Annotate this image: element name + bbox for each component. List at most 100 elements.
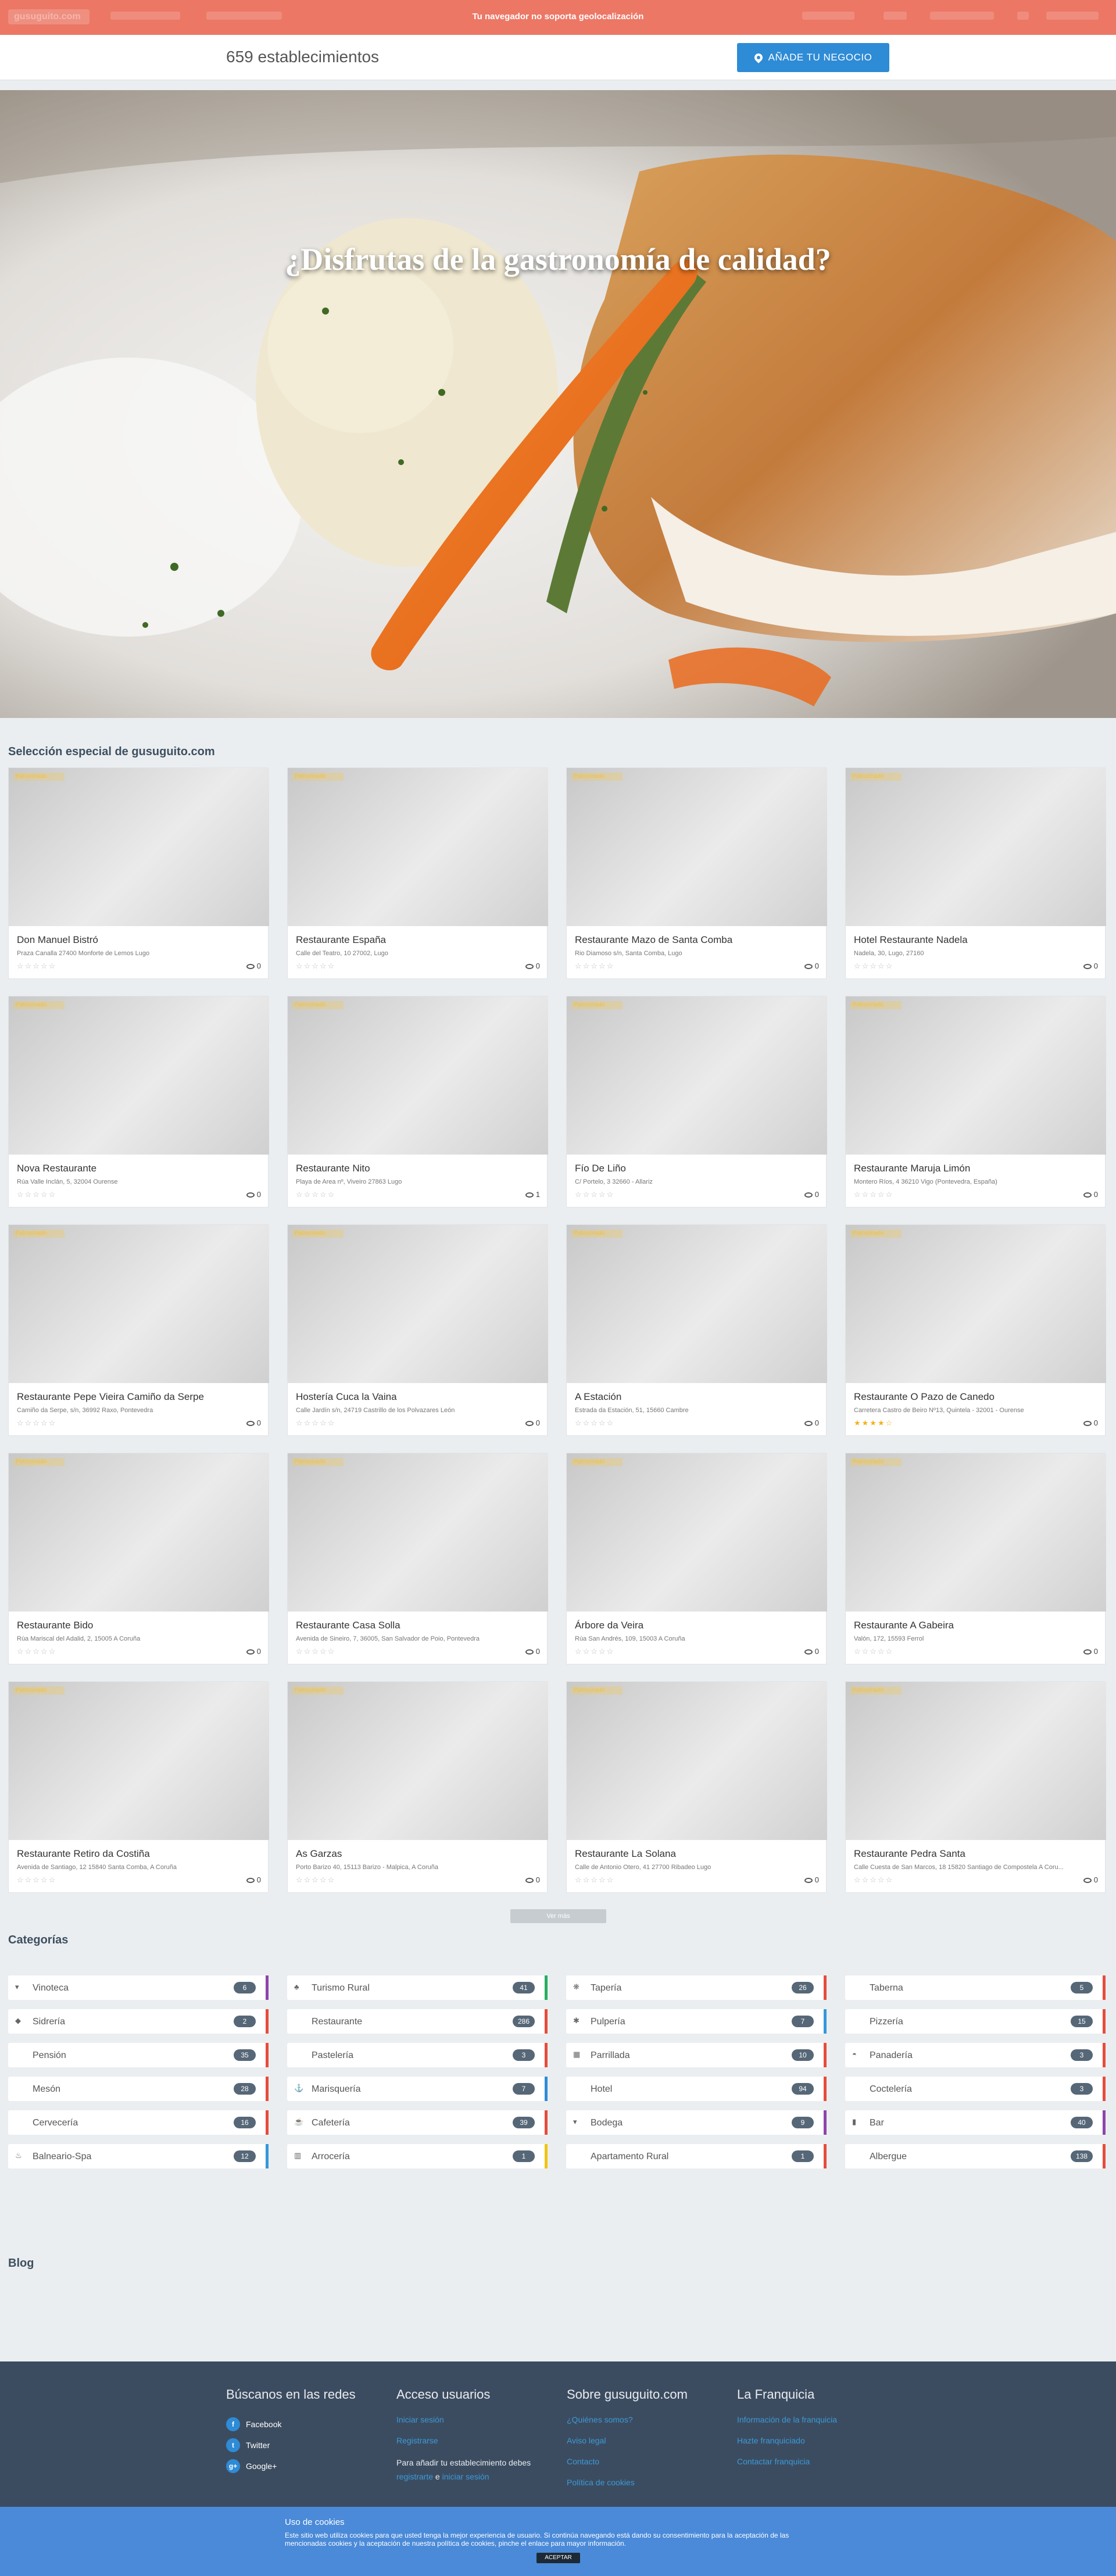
category-item[interactable]: Apartamento Rural 1 [566,2144,827,2168]
more-button[interactable]: Ver más [510,1909,606,1923]
listing-card[interactable]: Patrocinado Árbore da Veira Rúa San Andrés… [566,1453,827,1664]
category-item[interactable]: ▦ Parrillada 10 [566,2043,827,2067]
category-item[interactable]: ♨ Balneario-Spa 12 [8,2144,269,2168]
listing-card[interactable]: Patrocinado As Garzas Porto Barizo 40, 151… [287,1681,548,1893]
category-item[interactable]: Pizzería 15 [845,2009,1106,2034]
listing-card[interactable]: Patrocinado Restaurante Maruja Limón Monte… [845,996,1106,1207]
category-item[interactable]: ▮ Bar 40 [845,2110,1106,2135]
category-item[interactable]: ◓ Panadería 3 [845,2043,1106,2067]
listing-card[interactable]: Patrocinado Don Manuel Bistró Praza Canall… [8,767,269,979]
listing-card[interactable]: Patrocinado Hotel Restaurante Nadela Nadel… [845,767,1106,979]
listing-image[interactable] [288,1682,548,1840]
category-item[interactable]: Hotel 94 [566,2077,827,2101]
category-item[interactable]: Pastelería 3 [287,2043,548,2067]
category-item[interactable]: ❋ Tapería 26 [566,1975,827,2000]
add-business-button[interactable]: AÑADE TU NEGOCIO [737,43,889,72]
listing-image[interactable] [288,1225,548,1383]
listing-name[interactable]: Restaurante Maruja Limón [854,1163,1098,1174]
contact-link[interactable]: Contacto [567,2456,688,2477]
login-link[interactable]: Iniciar sesión [396,2414,559,2435]
listing-name[interactable]: Restaurante España [296,934,540,946]
listing-image[interactable] [846,996,1106,1155]
listing-image[interactable] [567,1225,827,1383]
note-register-link[interactable]: registrarte [396,2472,433,2481]
listing-card[interactable]: Patrocinado Restaurante Pepe Vieira Camiñ… [8,1224,269,1436]
category-item[interactable]: Taberna 5 [845,1975,1106,2000]
category-item[interactable]: ☕ Cafetería 39 [287,2110,548,2135]
listing-image[interactable] [567,1453,827,1612]
listing-card[interactable]: Patrocinado Fío De Liño C/ Portelo, 3 3266… [566,996,827,1207]
category-item[interactable]: ⚓ Marisquería 7 [287,2077,548,2101]
cookies-link[interactable]: Política de cookies [567,2477,688,2498]
listing-image[interactable] [846,1225,1106,1383]
listing-card[interactable]: Patrocinado Restaurante Retiro da Costiña… [8,1681,269,1893]
franchise-contact-link[interactable]: Contactar franquicia [737,2456,837,2477]
category-item[interactable]: ◆ Sidrería 2 [8,2009,269,2034]
listing-name[interactable]: Restaurante La Solana [575,1848,819,1860]
category-item[interactable]: ▾ Bodega 9 [566,2110,827,2135]
listing-card[interactable]: Patrocinado Restaurante Casa Solla Avenida… [287,1453,548,1664]
listing-image[interactable] [9,1453,269,1612]
googleplus-link[interactable]: g+ Google+ [226,2456,356,2477]
listing-image[interactable] [567,996,827,1155]
listing-name[interactable]: Restaurante Casa Solla [296,1620,540,1631]
category-item[interactable]: ▥ Arrocería 1 [287,2144,548,2168]
listing-card[interactable]: Patrocinado Restaurante España Calle del T… [287,767,548,979]
listing-name[interactable]: Restaurante Retiro da Costiña [17,1848,261,1860]
category-item[interactable]: Coctelería 3 [845,2077,1106,2101]
listing-card[interactable]: Patrocinado Restaurante Pedra Santa Calle … [845,1681,1106,1893]
franchise-info-link[interactable]: Información de la franquicia [737,2414,837,2435]
category-item[interactable]: Pensión 35 [8,2043,269,2067]
listing-image[interactable] [9,1682,269,1840]
listing-name[interactable]: Restaurante O Pazo de Canedo [854,1391,1098,1403]
listing-card[interactable]: Patrocinado A Estación Estrada da Estación… [566,1224,827,1436]
listing-name[interactable]: Don Manuel Bistró [17,934,261,946]
listing-image[interactable] [288,768,548,926]
listing-name[interactable]: Restaurante A Gabeira [854,1620,1098,1631]
category-item[interactable]: Albergue 138 [845,2144,1106,2168]
listing-card[interactable]: Patrocinado Restaurante A Gabeira Valón, 1… [845,1453,1106,1664]
listing-name[interactable]: Hostería Cuca la Vaina [296,1391,540,1403]
listing-name[interactable]: A Estación [575,1391,819,1403]
listing-card[interactable]: Patrocinado Restaurante Bido Rúa Mariscal … [8,1453,269,1664]
listing-name[interactable]: Hotel Restaurante Nadela [854,934,1098,946]
listing-image[interactable] [288,996,548,1155]
listing-image[interactable] [9,1225,269,1383]
franchise-join-link[interactable]: Hazte franquiciado [737,2435,837,2456]
about-link[interactable]: ¿Quiénes somos? [567,2414,688,2435]
listing-card[interactable]: Patrocinado Nova Restaurante Rúa Valle Inc… [8,996,269,1207]
listing-image[interactable] [846,1453,1106,1612]
listing-image[interactable] [288,1453,548,1612]
category-item[interactable]: ♣ Turismo Rural 41 [287,1975,548,2000]
listing-image[interactable] [567,1682,827,1840]
listing-image[interactable] [9,996,269,1155]
listing-card[interactable]: Patrocinado Restaurante O Pazo de Canedo C… [845,1224,1106,1436]
category-item[interactable]: Cervecería 16 [8,2110,269,2135]
listing-name[interactable]: Árbore da Veira [575,1620,819,1631]
register-link[interactable]: Registrarse [396,2435,559,2456]
listing-image[interactable] [846,768,1106,926]
listing-image[interactable] [9,768,269,926]
cookie-accept-button[interactable]: ACEPTAR [536,2553,580,2563]
legal-link[interactable]: Aviso legal [567,2435,688,2456]
twitter-link[interactable]: t Twitter [226,2435,356,2456]
category-item[interactable]: Mesón 28 [8,2077,269,2101]
note-login-link[interactable]: iniciar sesión [442,2472,489,2481]
listing-card[interactable]: Patrocinado Restaurante La Solana Calle de… [566,1681,827,1893]
listing-image[interactable] [567,768,827,926]
listing-name[interactable]: Restaurante Mazo de Santa Comba [575,934,819,946]
listing-name[interactable]: Restaurante Nito [296,1163,540,1174]
listing-name[interactable]: Fío De Liño [575,1163,819,1174]
category-item[interactable]: Restaurante 286 [287,2009,548,2034]
category-item[interactable]: ✱ Pulpería 7 [566,2009,827,2034]
listing-name[interactable]: As Garzas [296,1848,540,1860]
listing-name[interactable]: Nova Restaurante [17,1163,261,1174]
listing-card[interactable]: Patrocinado Restaurante Mazo de Santa Com… [566,767,827,979]
listing-image[interactable] [846,1682,1106,1840]
listing-card[interactable]: Patrocinado Hostería Cuca la Vaina Calle J… [287,1224,548,1436]
listing-name[interactable]: Restaurante Bido [17,1620,261,1631]
listing-name[interactable]: Restaurante Pedra Santa [854,1848,1098,1860]
listing-name[interactable]: Restaurante Pepe Vieira Camiño da Serpe [17,1391,261,1403]
category-item[interactable]: ▾ Vinoteca 6 [8,1975,269,2000]
facebook-link[interactable]: f Facebook [226,2414,356,2435]
